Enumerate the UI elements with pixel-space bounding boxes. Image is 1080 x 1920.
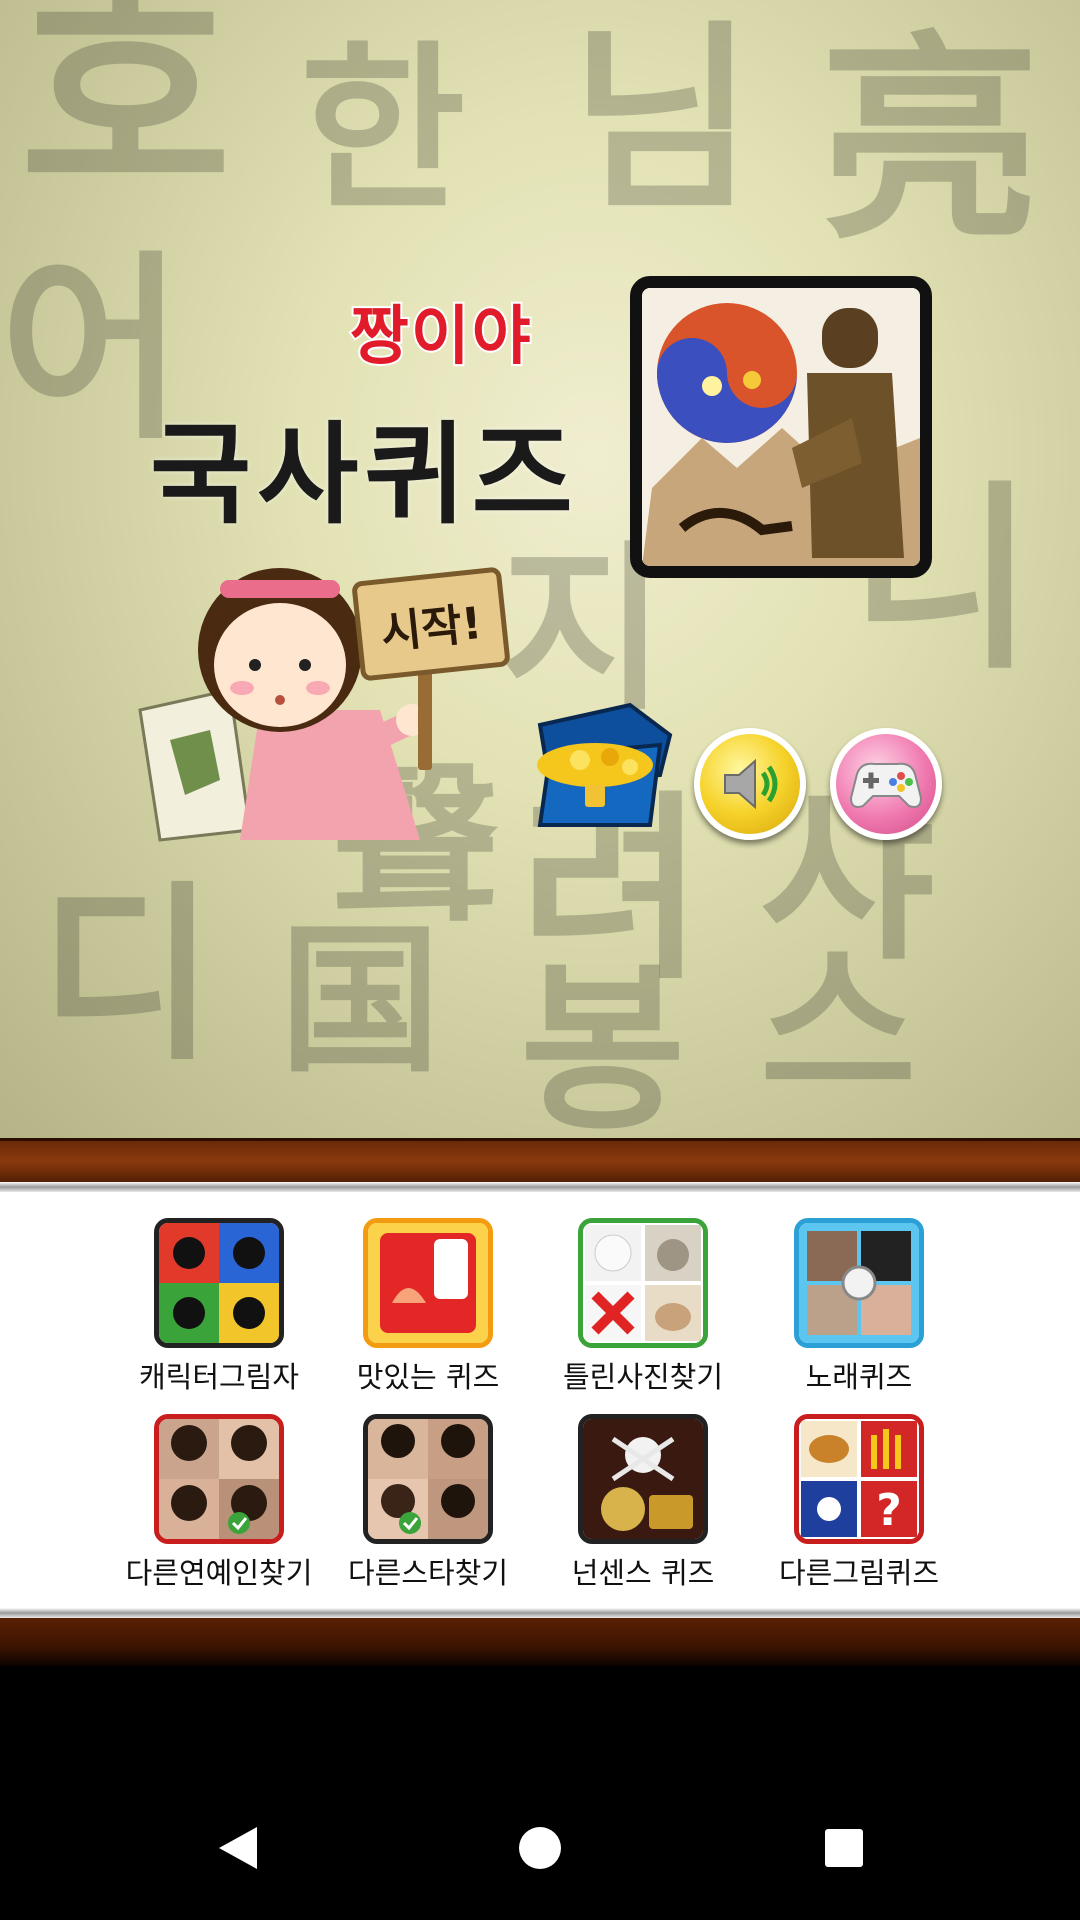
app-label: 노래퀴즈 <box>805 1360 913 1394</box>
app-label: 캐릭터그림자 <box>138 1360 300 1394</box>
app-label: 맛있는 퀴즈 <box>356 1360 500 1394</box>
app-label: 다른그림퀴즈 <box>778 1556 940 1590</box>
song-quiz-app-icon <box>794 1218 924 1348</box>
treasure-chest-icon[interactable] <box>510 695 680 855</box>
start-button[interactable]: 시작! <box>351 566 511 682</box>
wood-bar-bottom <box>0 1618 1080 1666</box>
app-label: 틀린사진찾기 <box>562 1360 724 1394</box>
app-label: 다른연예인찾기 <box>125 1556 313 1590</box>
gamepad-icon <box>849 762 923 808</box>
app-nonsense-quiz[interactable]: 넌센스 퀴즈 <box>538 1414 748 1594</box>
hero-area: 호 한 님 亮 어 니 지 聲 려 샤 디 国 봉 스 짱이야 국사퀴즈 시작! <box>0 0 1080 1140</box>
spot-difference-quiz-app-icon: ? <box>794 1414 924 1544</box>
history-illustration <box>642 288 920 566</box>
app-spot-difference-quiz[interactable]: ? 다른그림퀴즈 <box>754 1414 964 1594</box>
app-label: 다른스타찾기 <box>347 1556 509 1590</box>
find-wrong-picture-app-icon <box>578 1218 708 1348</box>
start-sign-post <box>418 670 432 770</box>
app-character-shadow[interactable]: 캐릭터그림자 <box>114 1218 324 1398</box>
app-title: 국사퀴즈 <box>150 411 579 539</box>
more-games-button[interactable] <box>830 728 942 840</box>
find-other-celebrity-app-icon <box>154 1414 284 1544</box>
app-label: 넌센스 퀴즈 <box>571 1556 715 1590</box>
app-subtitle: 짱이야 <box>348 298 533 376</box>
app-find-other-celebrity[interactable]: 다른연예인찾기 <box>114 1414 324 1594</box>
character-shadow-app-icon <box>154 1218 284 1348</box>
tasty-quiz-app-icon <box>363 1218 493 1348</box>
app-find-wrong-picture[interactable]: 틀린사진찾기 <box>538 1218 748 1398</box>
home-circle-icon <box>519 1827 561 1869</box>
nav-recents-button[interactable] <box>812 1816 876 1880</box>
wood-bar-top <box>0 1138 1080 1185</box>
nav-home-button[interactable] <box>508 1816 572 1880</box>
history-quiz-tile[interactable] <box>630 276 932 578</box>
back-triangle-icon <box>219 1827 257 1869</box>
app-song-quiz[interactable]: 노래퀴즈 <box>754 1218 964 1398</box>
sound-toggle-button[interactable] <box>694 728 806 840</box>
rail-top <box>0 1182 1080 1192</box>
recents-square-icon <box>825 1829 863 1867</box>
svg-text:?: ? <box>876 1485 902 1536</box>
rail-bottom <box>0 1608 1080 1618</box>
app-tasty-quiz[interactable]: 맛있는 퀴즈 <box>323 1218 533 1398</box>
nonsense-quiz-app-icon <box>578 1414 708 1544</box>
app-find-other-star[interactable]: 다른스타찾기 <box>323 1414 533 1594</box>
find-other-star-app-icon <box>363 1414 493 1544</box>
nav-back-button[interactable] <box>205 1816 269 1880</box>
system-navigation-bar <box>0 1776 1080 1920</box>
other-apps-panel: 캐릭터그림자 맛있는 퀴즈 틀린사진찾기 노래퀴즈 다른연예인찾기 다른스타찾기… <box>0 1192 1080 1608</box>
speaker-icon <box>724 758 778 810</box>
